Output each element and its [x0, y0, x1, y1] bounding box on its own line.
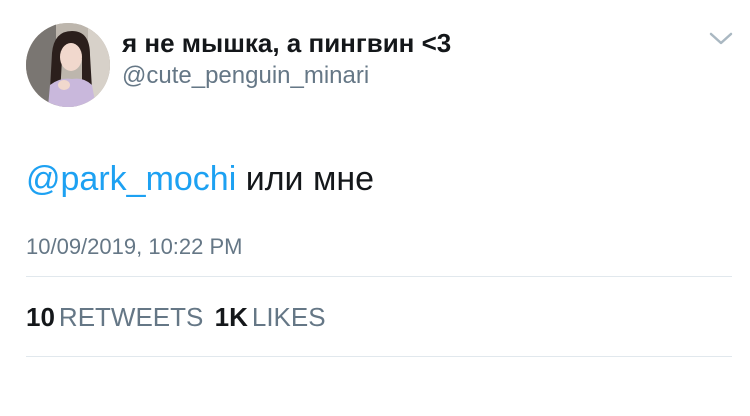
retweets-label: RETWEETS [58, 302, 204, 332]
engagement-stats: 10 RETWEETS 1K LIKES [26, 302, 330, 333]
retweets-count: 10 [26, 302, 55, 332]
chevron-down-icon[interactable] [708, 30, 734, 48]
divider [26, 276, 732, 277]
retweets-stat[interactable]: 10 RETWEETS [26, 302, 203, 333]
avatar[interactable] [26, 23, 110, 107]
avatar-photo [26, 23, 110, 107]
likes-stat[interactable]: 1K LIKES [215, 302, 326, 333]
display-name[interactable]: я не мышка, а пингвин <3 [122, 28, 451, 59]
tweet-timestamp[interactable]: 10/09/2019, 10:22 PM [26, 234, 243, 260]
divider [26, 356, 732, 357]
likes-count: 1K [214, 302, 248, 332]
tweet-card: я не мышка, а пингвин <3 @cute_penguin_m… [0, 0, 750, 416]
mention-link[interactable]: @park_mochi [26, 160, 236, 198]
tweet-body-text: или мне [236, 160, 375, 198]
user-handle[interactable]: @cute_penguin_minari [122, 62, 369, 90]
likes-label: LIKES [251, 302, 326, 332]
tweet-text: @park_mochi или мне [26, 160, 374, 199]
